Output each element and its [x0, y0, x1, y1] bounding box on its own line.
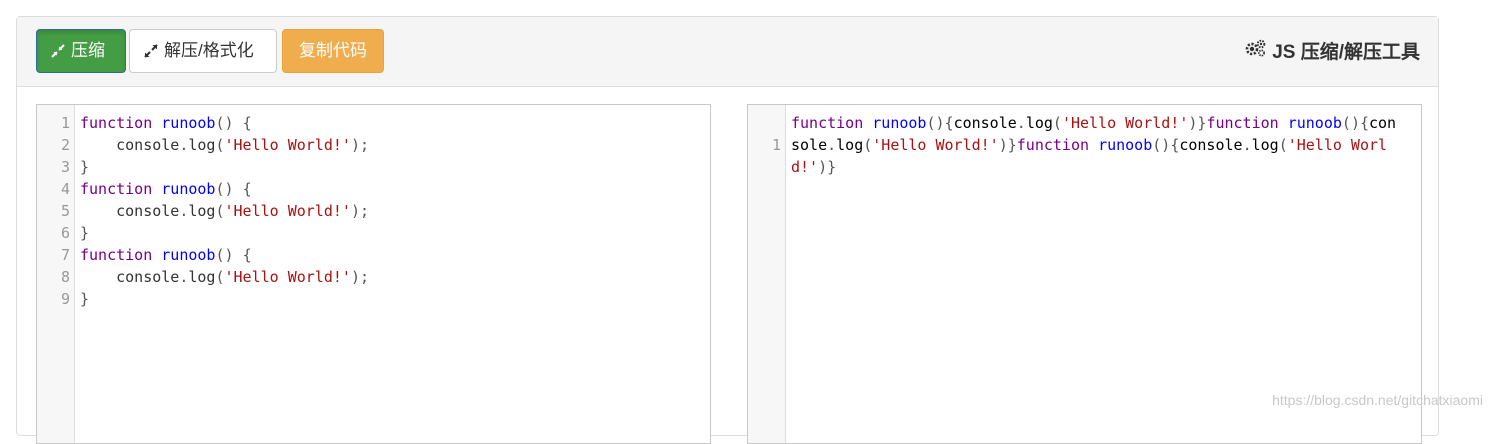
code-text: console.log('Hello World!');: [80, 200, 369, 222]
line-number: 4: [37, 178, 70, 200]
code-text: }: [80, 222, 89, 244]
compress-icon: [51, 44, 65, 58]
code-line: 1 function runoob() {: [37, 112, 710, 134]
code-text: function runoob() {: [80, 178, 252, 200]
input-code-editor[interactable]: 1function runoob() {2 console.log('Hello…: [36, 104, 711, 444]
line-number: 5: [37, 200, 70, 222]
line-number: 8: [37, 266, 70, 288]
code-line: 3}: [37, 156, 710, 178]
code-text: }: [80, 288, 89, 310]
code-line: 6}: [37, 222, 710, 244]
code-line: 8 console.log('Hello World!');: [37, 266, 710, 288]
code-line: 7 function runoob() {: [37, 244, 710, 266]
panel-heading: 压缩 解压/格式化 复制代码: [17, 17, 1438, 87]
format-button[interactable]: 解压/格式化: [129, 29, 277, 73]
code-line: 9}: [37, 288, 710, 310]
line-number: 2: [37, 134, 70, 156]
line-number: 9: [37, 288, 70, 310]
copy-button-label: 复制代码: [299, 30, 367, 72]
page-title-text: JS 压缩/解压工具: [1272, 37, 1420, 64]
code-text: console.log('Hello World!');: [80, 266, 369, 288]
format-button-label: 解压/格式化: [164, 30, 254, 72]
line-number: 3: [37, 156, 70, 178]
line-number: 1: [37, 112, 70, 134]
code-line: 5 console.log('Hello World!');: [37, 200, 710, 222]
expand-icon: [144, 44, 158, 58]
js-compress-panel: 压缩 解压/格式化 复制代码: [16, 16, 1439, 436]
code-text: console.log('Hello World!');: [80, 134, 369, 156]
code-line: 4 function runoob() {: [37, 178, 710, 200]
line-number: 1: [748, 134, 781, 156]
gears-icon: [1245, 39, 1267, 63]
line-number: 6: [37, 222, 70, 244]
code-line: 2 console.log('Hello World!');: [37, 134, 710, 156]
code-text: }: [80, 156, 89, 178]
minified-code: function runoob(){console.log('Hello Wor…: [791, 112, 1403, 178]
watermark: https://blog.csdn.net/gitchatxiaomi: [1272, 392, 1483, 408]
code-text: function runoob() {: [80, 112, 252, 134]
copy-code-button[interactable]: 复制代码: [282, 29, 384, 73]
line-number: 7: [37, 244, 70, 266]
compress-button[interactable]: 压缩: [36, 29, 126, 73]
code-text: function runoob() {: [80, 244, 252, 266]
page-title: JS 压缩/解压工具: [1245, 37, 1420, 64]
compress-button-label: 压缩: [71, 30, 105, 72]
